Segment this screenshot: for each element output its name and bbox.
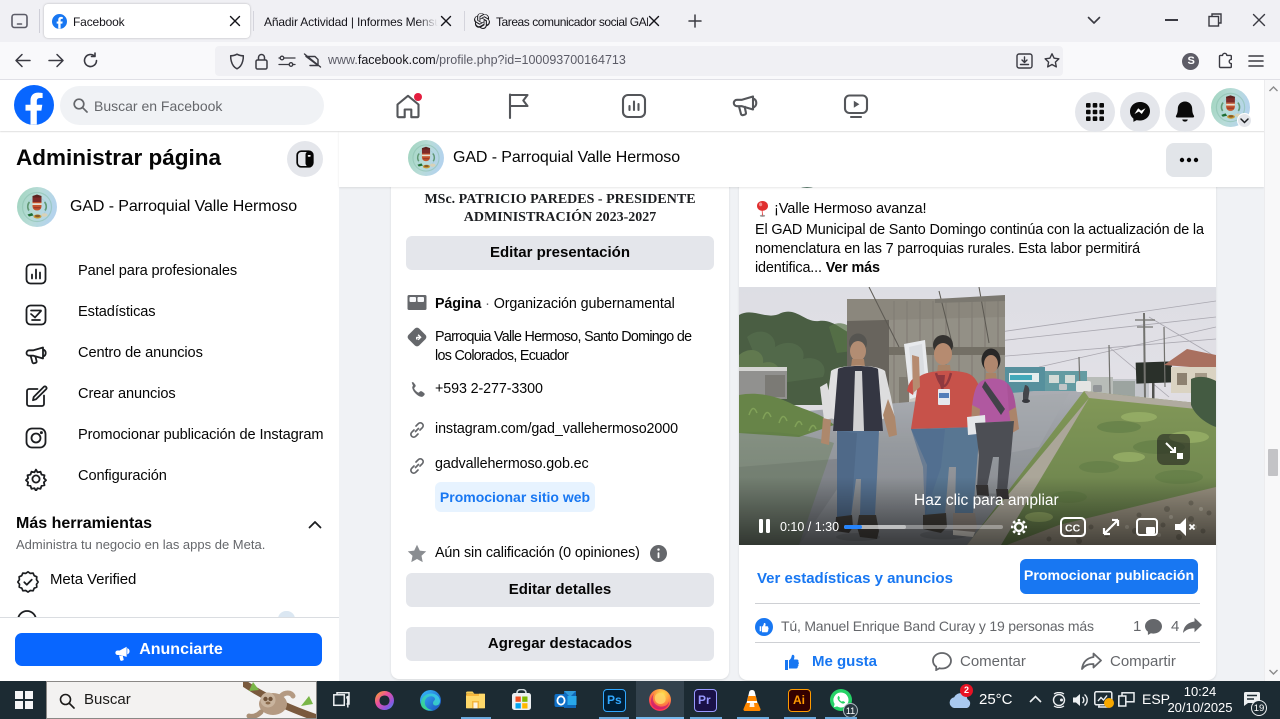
svg-text:CC: CC: [1065, 523, 1081, 535]
svg-text:Haz clic para ampliar: Haz clic para ampliar: [914, 492, 1059, 509]
svg-text:0:10 / 1:30: 0:10 / 1:30: [780, 520, 839, 534]
